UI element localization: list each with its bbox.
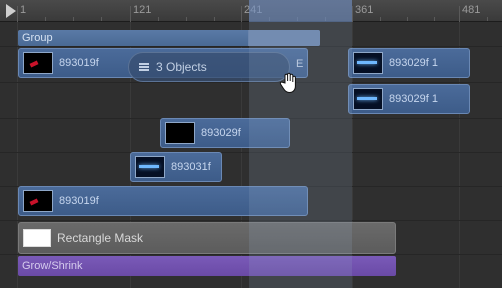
track-divider <box>0 220 502 221</box>
track-divider <box>0 82 502 83</box>
group-bar[interactable]: Group <box>18 30 320 46</box>
ruler-tick-mark <box>352 6 353 22</box>
clip-label: 893029f 1 <box>389 57 438 69</box>
timeline-ruler[interactable]: 1 121 241 361 481 <box>0 0 502 22</box>
playhead-icon[interactable] <box>6 4 16 18</box>
track-divider <box>0 46 502 47</box>
clip-thumbnail-icon <box>23 190 53 212</box>
clip-label: 893029f 1 <box>389 93 438 105</box>
truncated-label: E <box>296 58 304 70</box>
ruler-minor-tick <box>269 17 270 21</box>
track-divider <box>0 254 502 255</box>
clip-893029f-1-row2[interactable]: 893029f 1 <box>348 84 470 114</box>
ruler-minor-tick <box>297 17 298 21</box>
group-bar-end <box>248 30 320 46</box>
behavior-label: Grow/Shrink <box>22 260 83 272</box>
ruler-minor-tick <box>101 17 102 21</box>
group-label: Group <box>22 32 53 44</box>
rectangle-mask-bar[interactable]: Rectangle Mask <box>18 222 396 254</box>
ruler-minor-tick <box>186 17 187 21</box>
clip-893019f-row5[interactable]: 893019f <box>18 186 308 216</box>
ruler-minor-tick <box>487 17 488 21</box>
clip-893029f-1-row1[interactable]: 893029f 1 <box>348 48 470 78</box>
clip-label: 893029f <box>201 127 241 139</box>
ruler-tick-mark <box>459 6 460 22</box>
ruler-tick-mark <box>241 6 242 22</box>
ruler-tick-label: 1 <box>20 4 27 16</box>
ruler-tick-label: 241 <box>244 4 263 16</box>
objects-selection-pill[interactable]: 3 Objects <box>128 52 290 82</box>
menu-icon <box>139 63 149 71</box>
ruler-minor-tick <box>158 17 159 21</box>
clip-thumbnail-icon <box>353 52 383 74</box>
ruler-tick-mark <box>17 6 18 22</box>
clip-thumbnail-icon <box>165 122 195 144</box>
clip-thumbnail-icon <box>353 88 383 110</box>
objects-count-label: 3 Objects <box>156 60 207 74</box>
grow-shrink-behavior-bar[interactable]: Grow/Shrink <box>18 256 396 276</box>
mask-thumbnail-icon <box>23 229 51 247</box>
clip-893031f-row4[interactable]: 893031f <box>130 152 222 182</box>
ruler-tick-mark <box>130 6 131 22</box>
clip-label: 893031f <box>171 161 211 173</box>
clip-label: 893019f <box>59 195 99 207</box>
ruler-minor-tick <box>380 17 381 21</box>
clip-893029f-row3[interactable]: 893029f <box>160 118 290 148</box>
ruler-tick-label: 481 <box>462 4 481 16</box>
ruler-minor-tick <box>407 17 408 21</box>
ruler-minor-tick <box>325 17 326 21</box>
ruler-tick-label: 361 <box>355 4 374 16</box>
clip-thumbnail-icon <box>135 156 165 178</box>
clip-thumbnail-icon <box>23 52 53 74</box>
track-divider <box>0 152 502 153</box>
ruler-tick-label: 121 <box>133 4 152 16</box>
ruler-minor-tick <box>73 17 74 21</box>
clip-label: 893019f <box>59 57 99 69</box>
ruler-minor-tick <box>434 17 435 21</box>
ruler-minor-tick <box>45 17 46 21</box>
hand-cursor-icon <box>279 72 296 94</box>
ruler-minor-tick <box>214 17 215 21</box>
mask-label: Rectangle Mask <box>57 231 144 245</box>
